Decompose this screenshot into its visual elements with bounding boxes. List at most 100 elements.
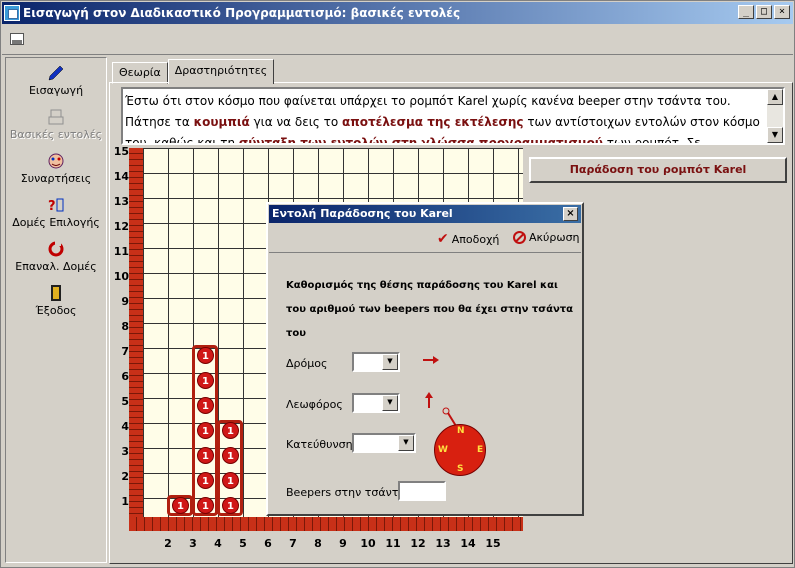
column-label: 14 xyxy=(460,537,476,550)
sidebar-item-functions[interactable]: Συναρτήσεις xyxy=(6,152,106,185)
face-icon xyxy=(46,152,66,170)
row-label: 4 xyxy=(121,420,129,433)
cancel-icon xyxy=(513,231,526,244)
column-label: 4 xyxy=(214,537,222,550)
beepers-label: Beepers στην τσάντα xyxy=(286,486,406,499)
direction-select[interactable]: ▼ xyxy=(352,433,416,453)
row-label: 7 xyxy=(121,345,129,358)
sidebar-item-selection[interactable]: ? Δομές Επιλογής xyxy=(6,196,106,229)
column-label: 10 xyxy=(360,537,376,550)
beeper: 1 xyxy=(222,422,239,439)
checkmark-icon: ✔ xyxy=(437,231,449,247)
row-label: 15 xyxy=(113,145,129,158)
arrow-right-icon xyxy=(423,356,439,364)
exit-door-icon xyxy=(46,284,66,302)
row-label: 1 xyxy=(121,495,129,508)
dialog-title[interactable]: Εντολή Παράδοσης του Karel × xyxy=(269,205,581,223)
beeper: 1 xyxy=(197,372,214,389)
west-wall xyxy=(129,148,143,531)
beeper: 1 xyxy=(172,497,189,514)
beeper: 1 xyxy=(222,497,239,514)
beepers-input[interactable] xyxy=(398,481,446,501)
minimize-button[interactable]: _ xyxy=(738,5,754,19)
column-label: 12 xyxy=(410,537,426,550)
question-icon: ? xyxy=(46,196,66,214)
sidebar-item-label: Έξοδος xyxy=(35,304,77,317)
sidebar-item-loops[interactable]: Επαναλ. Δομές xyxy=(6,240,106,273)
row-label: 9 xyxy=(121,295,129,308)
sidebar-item-label: Δομές Επιλογής xyxy=(12,216,100,229)
scroll-down-icon[interactable]: ▼ xyxy=(767,127,783,143)
beeper: 1 xyxy=(222,447,239,464)
beeper: 1 xyxy=(197,422,214,439)
tab-strip: Θεωρία Δραστηριότητες xyxy=(112,59,275,84)
row-label: 11 xyxy=(113,245,129,258)
beeper: 1 xyxy=(222,472,239,489)
column-label: 3 xyxy=(189,537,197,550)
compass-icon: N S E W xyxy=(434,424,486,476)
column-label: 11 xyxy=(385,537,401,550)
tab-theory[interactable]: Θεωρία xyxy=(112,62,168,84)
sidebar: Εισαγωγή Βασικές εντολές Συναρτήσεις ? Δ… xyxy=(5,57,107,563)
row-label: 14 xyxy=(113,170,129,183)
beeper: 1 xyxy=(197,472,214,489)
deliver-karel-button[interactable]: Παράδοση του ρομπότ Karel xyxy=(529,157,787,183)
row-label: 13 xyxy=(113,195,129,208)
sidebar-item-label: Εισαγωγή xyxy=(28,84,84,97)
robot-icon xyxy=(46,108,66,126)
window-title: Εισαγωγή στον Διαδικαστικό Προγραμματισμ… xyxy=(23,6,461,20)
svg-text:?: ? xyxy=(48,199,56,214)
column-label: 5 xyxy=(239,537,247,550)
row-label: 6 xyxy=(121,370,129,383)
beeper: 1 xyxy=(197,497,214,514)
dialog-toolbar: ✔ Αποδοχή Ακύρωση xyxy=(269,225,581,253)
row-label: 8 xyxy=(121,320,129,333)
accept-button[interactable]: ✔ Αποδοχή xyxy=(437,231,499,247)
avenue-label: Λεωφόρος xyxy=(286,398,343,411)
row-label: 10 xyxy=(113,270,129,283)
main-window: Εισαγωγή στον Διαδικαστικό Προγραμματισμ… xyxy=(0,0,795,568)
title-bar[interactable]: Εισαγωγή στον Διαδικαστικό Προγραμματισμ… xyxy=(2,2,793,24)
pencil-icon xyxy=(46,64,66,82)
street-label: Δρόμος xyxy=(286,357,328,370)
beeper: 1 xyxy=(197,347,214,364)
maximize-button[interactable]: □ xyxy=(756,5,772,19)
street-select[interactable]: ▼ xyxy=(352,352,400,372)
sidebar-item-label: Βασικές εντολές xyxy=(9,128,103,141)
row-label: 5 xyxy=(121,395,129,408)
row-label: 12 xyxy=(113,220,129,233)
sidebar-item-basic-commands[interactable]: Βασικές εντολές xyxy=(6,108,106,141)
column-label: 6 xyxy=(264,537,272,550)
theory-text: Έστω ότι στον κόσμο που φαίνεται υπάρχει… xyxy=(125,94,760,145)
deliver-dialog: Εντολή Παράδοσης του Karel × ✔ Αποδοχή Α… xyxy=(266,202,584,516)
column-label: 13 xyxy=(435,537,451,550)
sidebar-item-label: Επαναλ. Δομές xyxy=(15,260,97,273)
cancel-button[interactable]: Ακύρωση xyxy=(513,231,580,244)
direction-label: Κατεύθυνση xyxy=(286,438,353,451)
toolbar xyxy=(2,25,793,55)
arrow-up-icon xyxy=(425,392,433,408)
sidebar-item-label: Συναρτήσεις xyxy=(20,172,92,185)
sidebar-item-intro[interactable]: Εισαγωγή xyxy=(6,64,106,97)
avenue-select[interactable]: ▼ xyxy=(352,393,400,413)
dialog-close-button[interactable]: × xyxy=(563,207,578,221)
chevron-down-icon[interactable]: ▼ xyxy=(382,354,398,370)
column-label: 8 xyxy=(314,537,322,550)
beeper: 1 xyxy=(197,397,214,414)
loop-icon xyxy=(46,240,66,258)
beeper: 1 xyxy=(197,447,214,464)
close-button[interactable]: × xyxy=(774,5,790,19)
app-icon xyxy=(4,5,20,21)
tab-activities[interactable]: Δραστηριότητες xyxy=(167,59,275,84)
print-icon[interactable] xyxy=(10,33,24,45)
theory-textbox[interactable]: Έστω ότι στον κόσμο που φαίνεται υπάρχει… xyxy=(121,87,785,145)
theory-scrollbar[interactable]: ▲ ▼ xyxy=(767,89,783,143)
south-wall xyxy=(129,517,523,531)
row-label: 2 xyxy=(121,470,129,483)
scroll-up-icon[interactable]: ▲ xyxy=(767,89,783,105)
chevron-down-icon[interactable]: ▼ xyxy=(382,395,398,411)
column-label: 2 xyxy=(164,537,172,550)
chevron-down-icon[interactable]: ▼ xyxy=(398,435,414,451)
column-label: 7 xyxy=(289,537,297,550)
sidebar-item-exit[interactable]: Έξοδος xyxy=(6,284,106,317)
